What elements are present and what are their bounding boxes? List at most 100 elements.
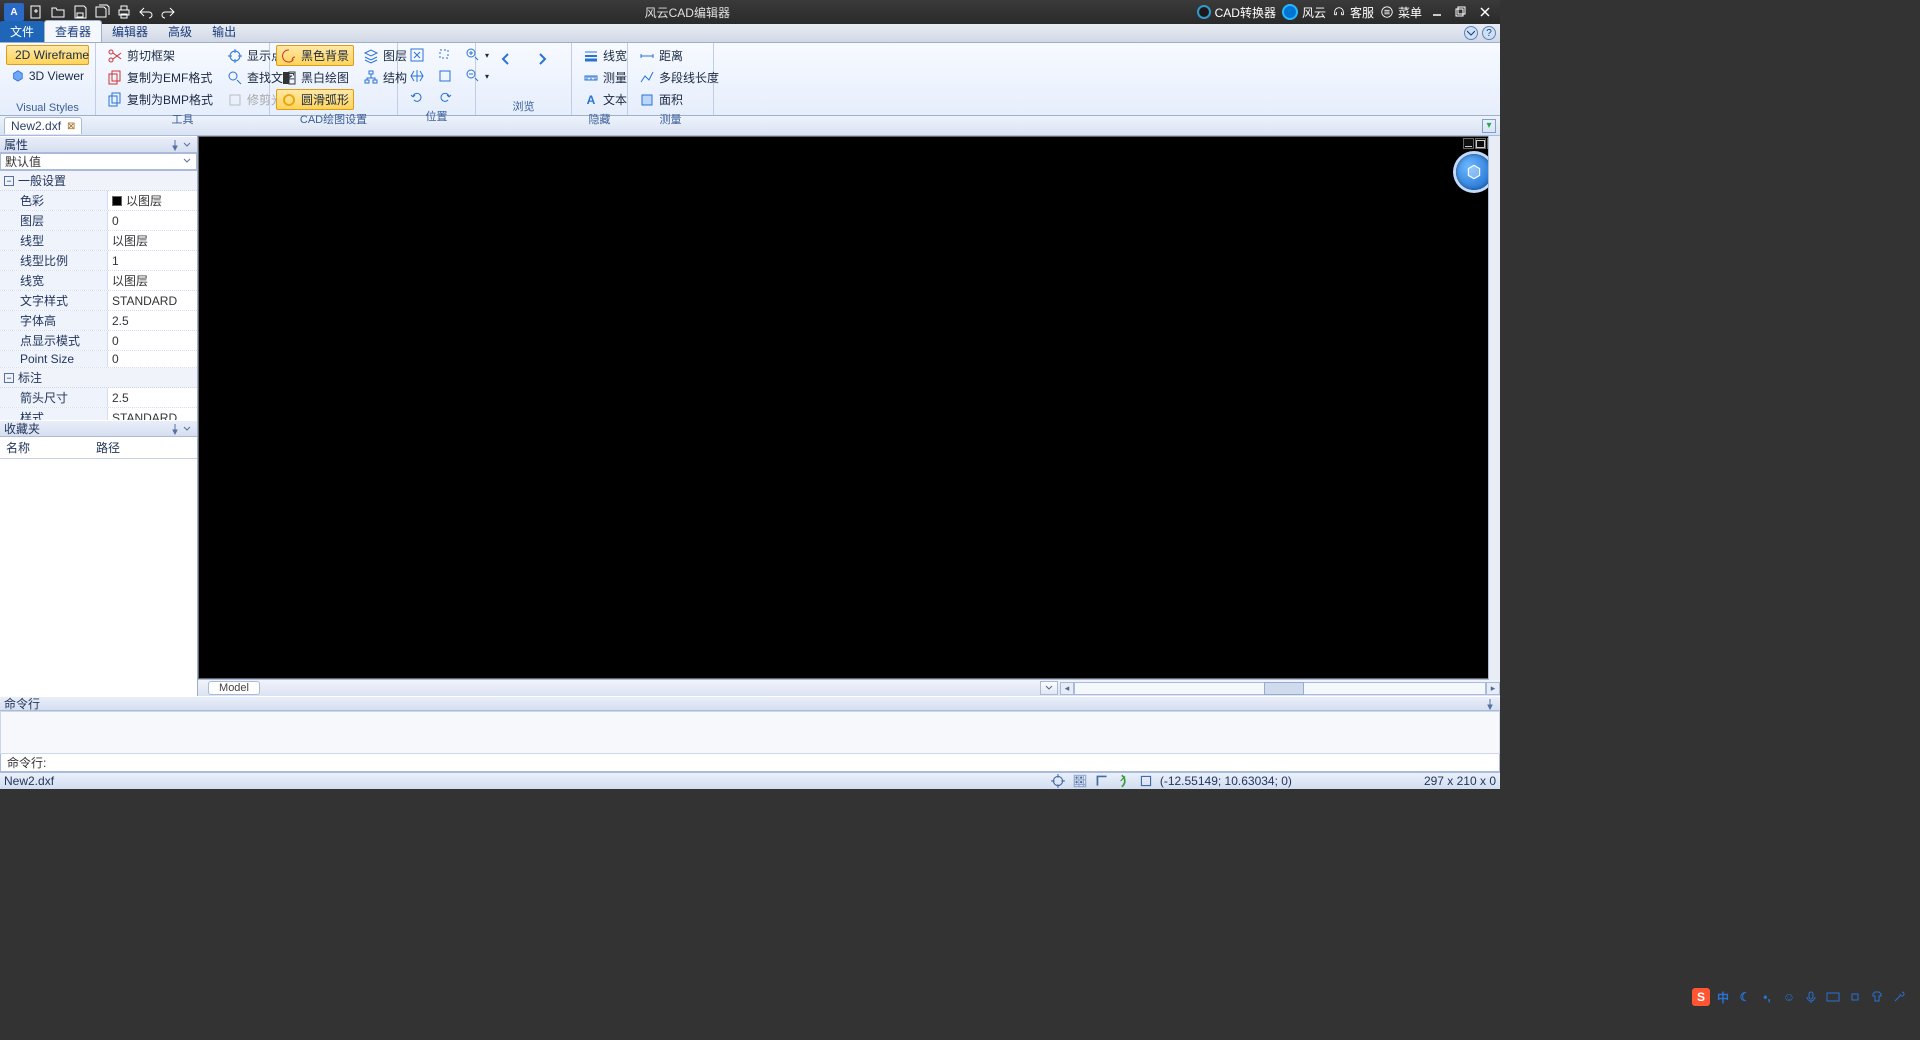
measure-distance-button[interactable]: 距离	[634, 45, 724, 66]
ime-mic-icon[interactable]	[1802, 988, 1820, 1006]
app-logo-icon[interactable]: A	[4, 3, 24, 21]
collapse-icon[interactable]: −	[4, 373, 14, 383]
rotate-right-button[interactable]	[432, 87, 458, 107]
help-link[interactable]: 客服	[1332, 4, 1374, 21]
measure-polyline-button[interactable]: 多段线长度	[634, 67, 724, 88]
tab-viewer[interactable]: 查看器	[44, 20, 102, 42]
snap-toggle-icon[interactable]	[1050, 774, 1066, 788]
smooth-arc-button[interactable]: 圆滑弧形	[276, 89, 354, 110]
property-row[interactable]: 样式STANDARD	[0, 408, 197, 420]
ime-moon-icon[interactable]: ☾	[1736, 988, 1754, 1006]
print-icon[interactable]	[114, 3, 134, 21]
property-row[interactable]: 线型比例1	[0, 251, 197, 271]
drawing-canvas[interactable]	[198, 136, 1500, 679]
zoom-window-button[interactable]	[432, 45, 458, 65]
polar-toggle-icon[interactable]	[1116, 774, 1132, 788]
favorites-panel-header[interactable]: 收藏夹	[0, 420, 197, 437]
tab-file[interactable]: 文件	[0, 21, 44, 42]
layout-tab-model[interactable]: Model	[208, 681, 260, 695]
property-row[interactable]: 字体高2.5	[0, 311, 197, 331]
open-file-icon[interactable]	[48, 3, 68, 21]
pin-icon[interactable]	[169, 423, 181, 435]
ime-keyboard-icon[interactable]	[1824, 988, 1842, 1006]
nav-prev-button[interactable]	[493, 49, 519, 69]
nav-next-button[interactable]	[529, 49, 555, 69]
window-close-button[interactable]	[1476, 4, 1494, 20]
wireframe-2d-button[interactable]: 2D Wireframe	[6, 45, 89, 65]
canvas-minimize-button[interactable]	[1463, 138, 1474, 149]
copy-emf-button[interactable]: 复制为EMF格式	[102, 67, 218, 88]
tab-editor[interactable]: 编辑器	[102, 21, 158, 42]
undo-icon[interactable]	[136, 3, 156, 21]
properties-filter-combo[interactable]: 默认值	[0, 153, 197, 170]
ribbon-help-icon[interactable]: ?	[1482, 26, 1496, 40]
brand-link[interactable]: 风云	[1282, 4, 1326, 21]
copy-bmp-button[interactable]: 复制为BMP格式	[102, 89, 218, 110]
save-all-icon[interactable]	[92, 3, 112, 21]
black-bg-button[interactable]: 黑色背景	[276, 45, 354, 66]
redo-icon[interactable]	[158, 3, 178, 21]
ime-comma-icon[interactable]: •,	[1758, 988, 1776, 1006]
window-maximize-button[interactable]	[1452, 4, 1470, 20]
hide-text-button[interactable]: A 文本	[578, 89, 632, 110]
hide-linewidth-button[interactable]: 线宽	[578, 45, 632, 66]
zoom-extents-button[interactable]	[404, 45, 430, 65]
new-file-icon[interactable]	[26, 3, 46, 21]
chevron-down-icon[interactable]	[181, 423, 193, 435]
sogou-ime-icon[interactable]: S	[1692, 988, 1710, 1006]
viewer-3d-button[interactable]: 3D Viewer	[6, 66, 89, 86]
property-row[interactable]: 箭头尺寸2.5	[0, 388, 197, 408]
fit-button[interactable]	[432, 66, 458, 86]
property-row[interactable]: 点显示模式0	[0, 331, 197, 351]
ime-skin-icon[interactable]	[1868, 988, 1886, 1006]
property-row[interactable]: 图层0	[0, 211, 197, 231]
osnap-toggle-icon[interactable]	[1138, 774, 1154, 788]
property-row[interactable]: 线宽以图层	[0, 271, 197, 291]
property-row[interactable]: Point Size0	[0, 351, 197, 368]
document-tabs-expander-icon[interactable]: ▾	[1482, 119, 1496, 133]
grid-toggle-icon[interactable]	[1072, 774, 1088, 788]
property-category[interactable]: −一般设置	[0, 171, 197, 191]
pin-icon[interactable]	[169, 139, 181, 151]
command-input[interactable]	[52, 756, 1499, 770]
bw-draw-button[interactable]: 黑白绘图	[276, 67, 354, 88]
tab-output[interactable]: 输出	[202, 21, 246, 42]
clip-frame-button[interactable]: 剪切框架	[102, 45, 218, 66]
tab-advanced[interactable]: 高级	[158, 21, 202, 42]
save-icon[interactable]	[70, 3, 90, 21]
ime-settings-icon[interactable]	[1846, 988, 1864, 1006]
ime-smile-icon[interactable]: ☺	[1780, 988, 1798, 1006]
property-category[interactable]: −标注	[0, 368, 197, 388]
ime-tools-icon[interactable]	[1890, 988, 1908, 1006]
chevron-down-icon[interactable]	[181, 139, 193, 151]
scroll-right-icon[interactable]: ▸	[1486, 682, 1500, 695]
properties-panel-header[interactable]: 属性	[0, 136, 197, 153]
scroll-left-icon[interactable]: ◂	[1060, 682, 1074, 695]
vertical-scrollbar[interactable]	[1488, 136, 1500, 680]
collapse-icon[interactable]: −	[4, 176, 14, 186]
window-minimize-button[interactable]	[1428, 4, 1446, 20]
hide-measure-button[interactable]: 测量	[578, 67, 632, 88]
properties-grid[interactable]: −一般设置色彩以图层图层0线型以图层线型比例1线宽以图层文字样式STANDARD…	[0, 170, 197, 420]
property-row[interactable]: 线型以图层	[0, 231, 197, 251]
command-panel-header[interactable]: 命令行	[0, 696, 1500, 711]
canvas-maximize-button[interactable]	[1475, 138, 1486, 149]
rotate-left-button[interactable]	[404, 87, 430, 107]
measure-area-button[interactable]: 面积	[634, 89, 724, 110]
property-row[interactable]: 文字样式STANDARD	[0, 291, 197, 311]
ribbon-minimize-icon[interactable]	[1464, 26, 1478, 40]
scroll-thumb[interactable]	[1264, 682, 1304, 695]
viewcube-button[interactable]	[1456, 154, 1492, 190]
pan-button[interactable]	[404, 66, 430, 86]
command-log[interactable]	[0, 711, 1500, 754]
menu-link[interactable]: 菜单	[1380, 4, 1422, 21]
cad-converter-link[interactable]: CAD转换器	[1197, 4, 1276, 21]
ime-lang-icon[interactable]: 中	[1714, 988, 1732, 1006]
document-tab[interactable]: New2.dxf ⊠	[4, 117, 82, 134]
pin-icon[interactable]	[1484, 698, 1496, 710]
horizontal-scrollbar[interactable]: ◂ ▸	[1060, 682, 1500, 695]
property-row[interactable]: 色彩以图层	[0, 191, 197, 211]
document-tab-close-icon[interactable]: ⊠	[67, 121, 75, 132]
ortho-toggle-icon[interactable]	[1094, 774, 1110, 788]
layout-tabs-menu-icon[interactable]	[1040, 681, 1058, 695]
